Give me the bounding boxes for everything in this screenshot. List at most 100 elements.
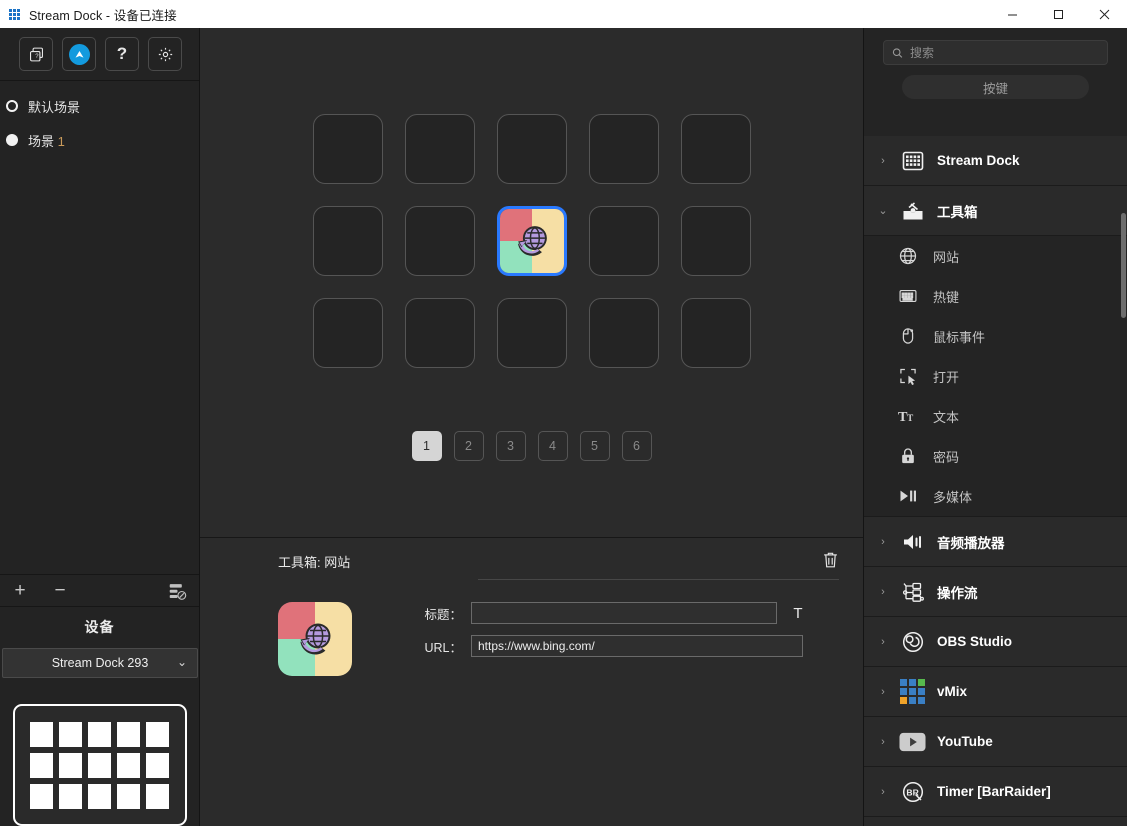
stream-dock-icon bbox=[68, 43, 90, 65]
category-音频播放器[interactable]: › 音频播放器 bbox=[864, 517, 1127, 567]
key-slot[interactable] bbox=[404, 298, 475, 368]
left-panel: ? ? 默认场景 场景 1 + − 设备 Stream Dock 293 ⌄ bbox=[0, 28, 200, 826]
mouse-icon bbox=[897, 325, 919, 347]
key-slot[interactable] bbox=[312, 298, 383, 368]
stream-dock-grid-icon bbox=[899, 147, 926, 174]
sidebar-scrollbar[interactable] bbox=[1121, 213, 1126, 318]
barraider-icon: BR bbox=[899, 778, 926, 805]
page-button-6[interactable]: 6 bbox=[621, 431, 652, 461]
chevron-right-icon: › bbox=[881, 535, 885, 548]
right-sidebar: 按键 › Stream Dock ⌄ 工具箱网站热键鼠标事件打开 TT 文本密码多媒体 › 音… bbox=[863, 28, 1127, 826]
add-scene-button[interactable]: + bbox=[10, 581, 30, 600]
scene-label: 默认场景 bbox=[28, 99, 81, 115]
key-slot[interactable] bbox=[404, 206, 475, 276]
url-input[interactable] bbox=[471, 635, 803, 657]
page-button-4[interactable]: 4 bbox=[537, 431, 568, 461]
lock-icon bbox=[897, 445, 919, 467]
category-操作流[interactable]: › 操作流 bbox=[864, 567, 1127, 617]
device-select-value: Stream Dock 293 bbox=[51, 656, 149, 670]
speaker-icon bbox=[899, 528, 926, 555]
action-item-多媒体[interactable]: 多媒体 bbox=[864, 476, 1127, 516]
category-obs-studio[interactable]: › OBS Studio bbox=[864, 617, 1127, 667]
key-slot[interactable] bbox=[680, 114, 751, 184]
help-button[interactable]: ? bbox=[105, 37, 139, 71]
key-slot[interactable] bbox=[496, 114, 567, 184]
minimize-button[interactable] bbox=[989, 0, 1035, 28]
tab-keys[interactable]: 按键 bbox=[902, 75, 1089, 99]
device-select[interactable]: Stream Dock 293 ⌄ bbox=[2, 648, 198, 678]
category-vmix[interactable]: › vMix bbox=[864, 667, 1127, 717]
properties-panel: 工具箱: 网站 标题： T URL： https://www.bing.com/ bbox=[200, 537, 863, 826]
key-slot[interactable] bbox=[404, 114, 475, 184]
title-field-row: 标题： T bbox=[404, 602, 807, 624]
key-slot[interactable] bbox=[680, 298, 751, 368]
action-item-文本[interactable]: T T 文本 bbox=[864, 396, 1127, 436]
search-input[interactable] bbox=[909, 45, 1099, 60]
app-icon bbox=[9, 8, 20, 20]
page-button-1[interactable]: 1 bbox=[411, 431, 442, 461]
maximize-button[interactable] bbox=[1035, 0, 1081, 28]
device-title: 设备 bbox=[84, 619, 115, 635]
text-style-button[interactable]: T bbox=[789, 605, 807, 622]
page-button-3[interactable]: 3 bbox=[495, 431, 526, 461]
chevron-down-icon: ⌄ bbox=[176, 655, 187, 669]
chevron-right-icon: › bbox=[881, 585, 885, 598]
remove-scene-button[interactable]: − bbox=[50, 581, 70, 600]
category-系统性能监视器[interactable]: ›系统性能监视器 bbox=[864, 817, 1127, 826]
key-slot[interactable] bbox=[312, 114, 383, 184]
category-工具箱[interactable]: ⌄ 工具箱 bbox=[864, 186, 1127, 236]
list-settings-icon[interactable] bbox=[168, 582, 187, 606]
key-slot[interactable] bbox=[496, 298, 567, 368]
properties-body: 标题： T URL： bbox=[278, 602, 841, 676]
play-pause-icon bbox=[897, 485, 919, 507]
key-slot[interactable] bbox=[680, 206, 751, 276]
title-field-label: 标题： bbox=[424, 607, 462, 622]
action-item-鼠标事件[interactable]: 鼠标事件 bbox=[864, 316, 1127, 356]
category-youtube[interactable]: › YouTube bbox=[864, 717, 1127, 767]
url-field-label: URL： bbox=[424, 640, 462, 655]
scene-item-1[interactable]: 场景 1 bbox=[0, 123, 199, 157]
device-preview-grid bbox=[30, 721, 169, 809]
radio-dot-icon bbox=[6, 134, 18, 146]
category-label: 工具箱 bbox=[937, 204, 978, 220]
action-item-网站[interactable]: 网站 bbox=[864, 236, 1127, 276]
category-label: Timer [BarRaider] bbox=[937, 784, 1051, 799]
category-timer-barraider-[interactable]: › BR Timer [BarRaider] bbox=[864, 767, 1127, 817]
duplicate-profile-button[interactable]: ? bbox=[19, 37, 53, 71]
center-panel: 123456 工具箱: 网站 标题： T URL： https://www.bi… bbox=[200, 28, 863, 826]
scene-item-default[interactable]: 默认场景 bbox=[0, 89, 199, 123]
action-item-label: 文本 bbox=[933, 409, 960, 425]
left-toolbar: ? ? bbox=[0, 28, 199, 81]
action-item-label: 鼠标事件 bbox=[933, 329, 986, 345]
page-button-2[interactable]: 2 bbox=[453, 431, 484, 461]
action-item-热键[interactable]: 热键 bbox=[864, 276, 1127, 316]
action-item-密码[interactable]: 密码 bbox=[864, 436, 1127, 476]
key-slot[interactable] bbox=[588, 206, 659, 276]
search-wrap: 按键 bbox=[864, 28, 1127, 99]
category-items: 网站热键鼠标事件打开 T T 文本密码 多媒体 bbox=[864, 236, 1127, 517]
chevron-right-icon: › bbox=[881, 635, 885, 648]
properties-title: 工具箱: 网站 bbox=[278, 555, 351, 570]
stream-dock-logo-button[interactable] bbox=[62, 37, 96, 71]
title-bar: Stream Dock - 设备已连接 bbox=[0, 0, 1127, 28]
key-slot[interactable] bbox=[588, 114, 659, 184]
action-item-label: 热键 bbox=[933, 289, 960, 305]
category-list: › Stream Dock ⌄ 工具箱 网站 热键 鼠标事件 打开 T T 文本 密码 多媒体 › 音频播放… bbox=[864, 136, 1127, 826]
page-button-5[interactable]: 5 bbox=[579, 431, 610, 461]
category-label: 操作流 bbox=[937, 585, 978, 601]
search-box[interactable] bbox=[883, 40, 1108, 65]
key-slot[interactable] bbox=[312, 206, 383, 276]
scene-list: 默认场景 场景 1 bbox=[0, 81, 199, 157]
key-slot[interactable] bbox=[588, 298, 659, 368]
category-label: Stream Dock bbox=[937, 153, 1020, 168]
pagination: 123456 bbox=[200, 431, 863, 461]
key-slot-selected[interactable] bbox=[496, 206, 567, 276]
properties-fields: 标题： T URL： bbox=[404, 602, 807, 668]
trash-icon[interactable] bbox=[822, 551, 839, 574]
settings-button[interactable] bbox=[148, 37, 182, 71]
category-stream-dock[interactable]: › Stream Dock bbox=[864, 136, 1127, 186]
action-item-打开[interactable]: 打开 bbox=[864, 356, 1127, 396]
close-button[interactable] bbox=[1081, 0, 1127, 28]
title-input[interactable] bbox=[471, 602, 777, 624]
text-tt-icon: TT bbox=[897, 405, 919, 427]
